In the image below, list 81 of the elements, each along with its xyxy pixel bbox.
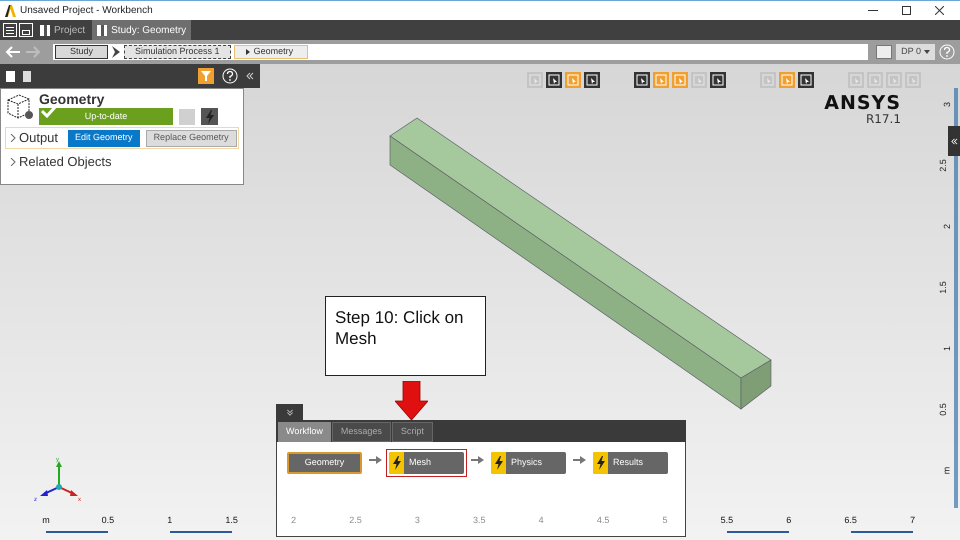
design-point-dropdown[interactable]: DP 0 — [896, 44, 935, 60]
view-tool-icon[interactable] — [584, 72, 600, 88]
back-arrow-icon[interactable] — [5, 45, 21, 59]
axis-label: 0.5 — [939, 403, 948, 416]
triangle-icon — [244, 49, 251, 55]
object-title: Geometry — [39, 91, 106, 107]
view-tool-icon[interactable] — [634, 72, 650, 88]
caret-icon — [924, 50, 930, 54]
axis-label: 2 — [291, 516, 296, 525]
status-bar: Up-to-date — [39, 108, 173, 125]
chevron-icon — [111, 46, 122, 58]
axis-label: 6 — [786, 516, 792, 525]
pointer-arrow-icon — [395, 381, 428, 420]
double-chevron-icon — [286, 408, 294, 416]
breadcrumb-item[interactable]: Geometry — [234, 45, 308, 59]
axis-label: 2 — [943, 224, 952, 229]
connector-arrow — [471, 456, 484, 464]
axis-label: 2.5 — [939, 159, 948, 172]
view-tool-icon[interactable] — [546, 72, 562, 88]
axis-label: 3 — [414, 516, 420, 525]
axis-label: m — [42, 516, 50, 525]
collapse-button[interactable] — [948, 126, 960, 156]
replace-button[interactable]: Replace Geometry — [146, 130, 237, 146]
update-options-icon[interactable] — [201, 108, 218, 125]
workflow-step[interactable]: Mesh — [389, 452, 464, 474]
breadcrumb-item[interactable]: Study — [55, 45, 108, 59]
callout-box: Step 10: Click on Mesh — [325, 296, 486, 376]
axis-triad-drawing — [40, 461, 78, 496]
bolt-icon — [392, 456, 402, 470]
axis-label: 1.5 — [225, 516, 238, 525]
bolt-icon — [596, 456, 606, 470]
list-icon[interactable] — [3, 23, 17, 37]
view-tool-icon[interactable] — [798, 72, 814, 88]
axis-label: 7 — [910, 516, 916, 525]
axis-label: 1 — [943, 346, 952, 351]
axis-label: 6.5 — [844, 516, 857, 525]
axis-label: 0.5 — [102, 516, 114, 525]
app-logo-icon — [4, 4, 16, 16]
workflow-step[interactable]: Physics — [491, 452, 566, 474]
axis-label: 4 — [538, 516, 544, 525]
chevron-icon[interactable] — [10, 158, 16, 166]
table-edit-icon[interactable] — [876, 45, 892, 59]
chevron-icon[interactable] — [10, 134, 16, 142]
collapse-tab[interactable] — [276, 404, 303, 420]
tab[interactable]: Script — [392, 422, 433, 442]
tab[interactable]: Study: Geometry — [92, 20, 192, 40]
help-icon[interactable] — [222, 68, 238, 84]
edit-button[interactable]: Edit Geometry — [68, 130, 140, 146]
trash-icon[interactable] — [23, 70, 31, 82]
section-header[interactable]: Related Objects — [19, 152, 112, 172]
tab[interactable]: Messages — [332, 422, 391, 442]
version-label: R17.1 — [866, 113, 901, 125]
window-title: Unsaved Project - Workbench — [20, 4, 153, 18]
filter-icon[interactable] — [198, 68, 214, 84]
bolt-icon — [204, 110, 214, 124]
axis-label: m — [942, 466, 951, 474]
view-tool-icon[interactable] — [710, 72, 726, 88]
save-icon[interactable] — [19, 23, 33, 37]
axis-label: 3.5 — [473, 516, 486, 525]
collapse-icon[interactable] — [246, 72, 254, 80]
section-header[interactable]: Output — [19, 128, 58, 148]
connector-arrow — [573, 456, 586, 464]
tab[interactable]: Project — [35, 20, 90, 40]
breadcrumb-item[interactable]: Simulation Process 1 — [124, 45, 231, 59]
tab[interactable]: Workflow — [278, 422, 331, 442]
axis-label: 2.5 — [349, 516, 362, 525]
maximize-icon[interactable] — [902, 6, 911, 15]
bolt-icon — [494, 456, 504, 470]
workflow-step[interactable]: Results — [593, 452, 668, 474]
axis-label: 4.5 — [596, 516, 610, 525]
axis-label: 1 — [167, 516, 172, 525]
axis-label: 5 — [662, 516, 668, 525]
workflow-step[interactable]: Geometry — [287, 452, 362, 474]
brand-logo: ANSYS — [824, 94, 901, 113]
connector-arrow — [369, 456, 382, 464]
axis-label: 5.5 — [720, 516, 734, 525]
double-chevron-icon — [950, 138, 958, 144]
axis-label: 3 — [943, 102, 952, 107]
copy-icon[interactable] — [6, 70, 15, 82]
axis-label: 1.5 — [939, 281, 948, 294]
close-icon[interactable] — [935, 6, 944, 15]
